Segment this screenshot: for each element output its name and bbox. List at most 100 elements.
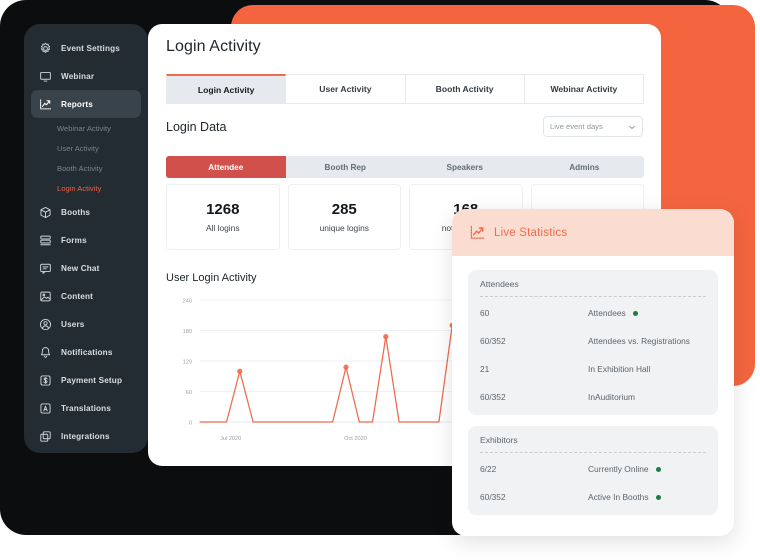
svg-text:120: 120	[183, 360, 192, 366]
user-circle-icon	[39, 318, 52, 331]
tab-bar: Login Activity User Activity Booth Activit…	[166, 74, 644, 104]
live-stat-name: Active In Booths	[588, 492, 649, 502]
online-status-dot	[632, 310, 638, 316]
sidebar-item-label: New Chat	[61, 263, 100, 273]
role-tab-admins[interactable]: Admins	[525, 156, 645, 178]
live-stat-row: 60/352 Attendees vs. Registrations	[480, 327, 706, 355]
tab-login-activity[interactable]: Login Activity	[166, 74, 287, 104]
live-stat-name-wrap: In Exhibition Hall	[588, 364, 706, 374]
live-statistics-title: Live Statistics	[494, 226, 568, 239]
date-range-value: Live event days	[550, 122, 603, 131]
svg-text:180: 180	[183, 329, 192, 335]
role-tab-label: Booth Rep	[324, 162, 366, 172]
live-stat-group-exhibitors: Exhibitors 6/22 Currently Online 60/352 Acti…	[468, 426, 718, 515]
sidebar-subitem-label: User Activity	[57, 143, 99, 153]
live-stat-name: Currently Online	[588, 464, 649, 474]
monitor-icon	[39, 70, 52, 83]
live-statistics-header: Live Statistics	[452, 209, 734, 256]
sidebar-subitem-webinar-activity[interactable]: Webinar Activity	[31, 118, 141, 138]
live-stat-value: 60	[480, 308, 490, 318]
sidebar-item-label: Webinar	[61, 71, 95, 81]
live-stat-row: 6/22 Currently Online	[480, 455, 706, 483]
tab-webinar-activity[interactable]: Webinar Activity	[524, 74, 644, 104]
stat-card: 1268 All logins	[166, 184, 280, 250]
live-stat-group-attendees: Attendees 60 Attendees 60/352 Attendees vs. …	[468, 270, 718, 415]
stat-card-value: 285	[331, 201, 357, 218]
sidebar-item-forms[interactable]: Forms	[31, 226, 141, 254]
live-stat-value: 60/352	[480, 492, 506, 502]
cube-icon	[39, 206, 52, 219]
online-status-dot	[655, 494, 661, 500]
sidebar-subitem-login-activity[interactable]: Login Activity	[31, 178, 141, 198]
sidebar-item-label: Content	[61, 291, 93, 301]
sidebar-item-event-settings[interactable]: Event Settings	[31, 34, 141, 62]
sidebar-subitem-booth-activity[interactable]: Booth Activity	[31, 158, 141, 178]
live-stat-name-wrap: Currently Online	[588, 464, 706, 474]
svg-text:0: 0	[189, 421, 192, 427]
tab-booth-activity[interactable]: Booth Activity	[405, 74, 525, 104]
sidebar-item-label: Translations	[61, 403, 112, 413]
section-title: Login Data	[166, 120, 227, 134]
screenshot-stage: Event Settings Webinar Reports Webinar Acti…	[0, 0, 760, 560]
tab-label: Booth Activity	[435, 84, 494, 94]
stat-card-label: unique logins	[319, 223, 369, 233]
tab-label: Webinar Activity	[550, 84, 618, 94]
sidebar-subitem-user-activity[interactable]: User Activity	[31, 138, 141, 158]
live-stat-name-wrap: Attendees	[588, 308, 706, 318]
sidebar-subitem-label: Login Activity	[57, 183, 102, 193]
date-range-select[interactable]: Live event days	[543, 116, 643, 137]
svg-text:60: 60	[186, 390, 192, 396]
live-stat-row: 60/352 Active In Booths	[480, 483, 706, 511]
live-stat-value: 60/352	[480, 336, 506, 346]
sidebar-item-label: Payment Setup	[61, 375, 123, 385]
role-tab-booth-rep[interactable]: Booth Rep	[286, 156, 406, 178]
role-tab-attendee[interactable]: Attendee	[166, 156, 286, 178]
tab-user-activity[interactable]: User Activity	[286, 74, 406, 104]
sidebar-item-users[interactable]: Users	[31, 310, 141, 338]
letter-a-square-icon	[39, 402, 52, 415]
sidebar-subitem-label: Booth Activity	[57, 163, 103, 173]
dollar-square-icon	[39, 374, 52, 387]
online-status-dot	[655, 466, 661, 472]
sidebar-item-label: Notifications	[61, 347, 113, 357]
sidebar-item-notifications[interactable]: Notifications	[31, 338, 141, 366]
role-tab-label: Attendee	[208, 162, 244, 172]
sidebar-item-content[interactable]: Content	[31, 282, 141, 310]
sidebar-item-reports[interactable]: Reports	[31, 90, 141, 118]
live-stat-group-title: Exhibitors	[480, 435, 706, 453]
chevron-down-icon	[628, 123, 636, 131]
chart-title: User Login Activity	[166, 272, 257, 284]
svg-text:Jul 2020: Jul 2020	[220, 436, 241, 442]
live-stat-name-wrap: Active In Booths	[588, 492, 706, 502]
live-stat-value: 6/22	[480, 464, 497, 474]
page-title: Login Activity	[166, 38, 261, 55]
forms-icon	[39, 234, 52, 247]
live-stat-row: 60 Attendees	[480, 299, 706, 327]
sidebar-item-new-chat[interactable]: New Chat	[31, 254, 141, 282]
sidebar-item-label: Reports	[61, 99, 93, 109]
chart-line-icon	[470, 225, 485, 240]
stat-card-label: All logins	[205, 223, 240, 233]
sidebar-item-label: Event Settings	[61, 43, 120, 53]
live-stat-name: InAuditorium	[588, 392, 636, 402]
sidebar: Event Settings Webinar Reports Webinar Acti…	[24, 24, 148, 453]
role-tab-label: Admins	[569, 162, 600, 172]
svg-text:240: 240	[183, 299, 192, 305]
sidebar-item-label: Integrations	[61, 431, 110, 441]
sidebar-item-payment-setup[interactable]: Payment Setup	[31, 366, 141, 394]
sidebar-item-label: Users	[61, 319, 85, 329]
live-stat-row: 21 In Exhibition Hall	[480, 355, 706, 383]
sidebar-item-label: Forms	[61, 235, 87, 245]
chat-icon	[39, 262, 52, 275]
sidebar-item-webinar[interactable]: Webinar	[31, 62, 141, 90]
sidebar-item-booths[interactable]: Booths	[31, 198, 141, 226]
sidebar-item-integrations[interactable]: Integrations	[31, 422, 141, 450]
live-stat-name: Attendees vs. Registrations	[588, 336, 690, 346]
live-statistics-panel: Live Statistics Attendees 60 Attendees 60/3…	[452, 209, 734, 536]
chart-line-icon	[39, 98, 52, 111]
sidebar-item-translations[interactable]: Translations	[31, 394, 141, 422]
role-tab-speakers[interactable]: Speakers	[405, 156, 525, 178]
tab-label: Login Activity	[197, 84, 255, 95]
windows-copy-icon	[39, 430, 52, 443]
sidebar-subitem-label: Webinar Activity	[57, 123, 111, 133]
